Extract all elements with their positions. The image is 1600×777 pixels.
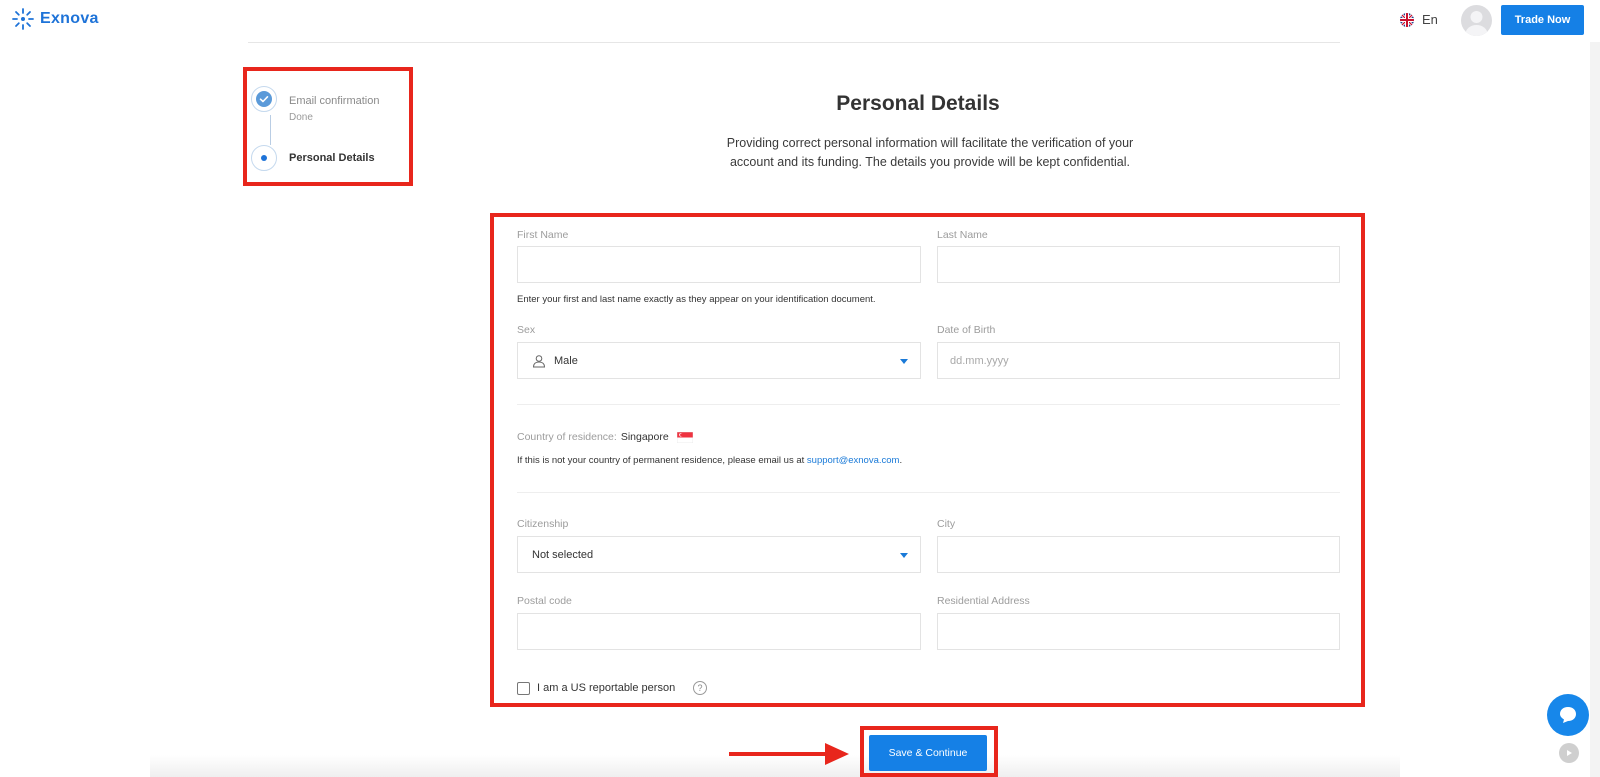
name-hint: Enter your first and last name exactly a… (517, 294, 876, 305)
address-label: Residential Address (937, 595, 1030, 607)
postal-code-input[interactable] (517, 613, 921, 650)
page-description: Providing correct personal information w… (726, 136, 1134, 169)
step-connector (270, 115, 271, 145)
us-person-label: I am a US reportable person (537, 682, 676, 694)
logo-text: Exnova (40, 10, 99, 27)
citizenship-select[interactable]: Not selected (517, 536, 921, 573)
dob-label: Date of Birth (937, 324, 996, 336)
trade-now-button[interactable]: Trade Now (1501, 5, 1584, 35)
first-name-label: First Name (517, 229, 569, 241)
step-personal-title: Personal Details (289, 152, 375, 164)
chat-icon (1560, 707, 1576, 723)
sex-select[interactable]: Male (517, 342, 921, 379)
header-divider (248, 42, 1340, 43)
sex-value: Male (554, 354, 578, 367)
avatar[interactable] (1461, 5, 1492, 36)
form-divider-2 (517, 492, 1340, 493)
last-name-label: Last Name (937, 229, 988, 241)
logo[interactable]: Exnova (12, 8, 99, 30)
scrollbar-track[interactable] (1590, 42, 1600, 777)
save-continue-button[interactable]: Save & Continue (869, 735, 987, 771)
help-icon[interactable]: ? (693, 681, 707, 695)
exnova-logo-icon (12, 8, 34, 30)
uk-flag-icon (1400, 12, 1414, 27)
form-divider (517, 404, 1340, 405)
language-label: En (1422, 12, 1438, 27)
top-header: Exnova En Trade Now (0, 0, 1600, 42)
city-label: City (937, 518, 956, 530)
citizenship-label: Citizenship (517, 518, 569, 530)
city-input[interactable] (937, 536, 1340, 573)
support-email-link[interactable]: support@exnova.com (807, 455, 900, 466)
country-label: Country of residence: (517, 431, 617, 443)
postal-code-label: Postal code (517, 595, 572, 607)
arrow-right-icon (729, 743, 849, 765)
avatar-icon (1465, 11, 1488, 36)
user-icon (532, 354, 546, 367)
country-value: Singapore (620, 431, 669, 443)
active-dot-icon (261, 155, 267, 161)
country-hint-text: If this is not your country of permanent… (517, 455, 805, 466)
us-person-checkbox[interactable] (517, 682, 530, 695)
dob-input[interactable] (937, 342, 1340, 379)
chevron-down-icon (900, 359, 908, 364)
citizenship-value: Not selected (532, 548, 594, 561)
play-icon (1567, 750, 1572, 756)
country-row: Country of residence: Singapore (517, 431, 693, 443)
language-selector[interactable]: En (1400, 12, 1438, 27)
chat-button[interactable] (1547, 694, 1589, 736)
singapore-flag-icon (676, 431, 693, 443)
page-title: Personal Details (836, 92, 1000, 115)
chat-secondary-button[interactable] (1559, 743, 1579, 763)
address-input[interactable] (937, 613, 1340, 650)
country-hint-suffix: . (899, 455, 903, 466)
last-name-input[interactable] (937, 246, 1340, 283)
first-name-input[interactable] (517, 246, 921, 283)
step-personal-indicator (251, 145, 277, 171)
sex-label: Sex (517, 324, 536, 336)
chevron-down-icon (900, 553, 908, 558)
country-hint: If this is not your country of permanent… (517, 455, 902, 466)
